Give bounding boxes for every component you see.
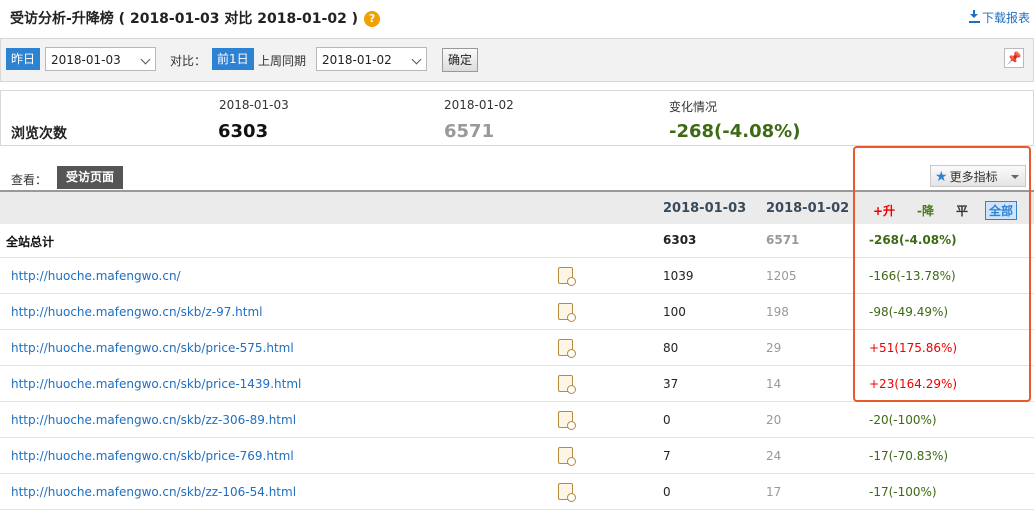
download-icon <box>968 10 980 23</box>
page-title-text: 受访分析-升降榜 ( 2018-01-03 对比 2018-01-02 ) <box>10 11 359 27</box>
total-prev: 6571 <box>766 233 800 247</box>
report-history-icon[interactable] <box>558 375 576 394</box>
summary-date1: 2018-01-03 <box>219 98 289 112</box>
page-url-link[interactable]: http://huoche.mafengwo.cn/ <box>11 269 181 283</box>
cell-prev: 14 <box>766 377 782 391</box>
cell-cur: 0 <box>663 413 671 427</box>
chevron-down-icon <box>140 54 151 65</box>
page-url-link[interactable]: http://huoche.mafengwo.cn/skb/z-97.html <box>11 305 263 319</box>
summary-date2: 2018-01-02 <box>444 98 514 112</box>
cell-prev: 24 <box>766 449 782 463</box>
page-url-link[interactable]: http://huoche.mafengwo.cn/skb/price-1439… <box>11 377 301 391</box>
total-label: 全站总计 <box>6 235 55 249</box>
chevron-down-icon <box>411 54 422 65</box>
cell-change: -20(-100%) <box>869 413 937 427</box>
summary-value1: 6303 <box>218 121 269 142</box>
compare-label: 对比： <box>170 54 207 68</box>
confirm-button[interactable]: 确定 <box>442 48 479 72</box>
cell-change: -17(-70.83%) <box>869 449 949 463</box>
compare-date-select-value: 2018-01-02 <box>322 53 392 67</box>
report-history-icon[interactable] <box>558 267 576 286</box>
table-row: http://huoche.mafengwo.cn/skb/zz-106-54.… <box>0 474 1034 510</box>
pin-icon[interactable]: 📌 <box>1004 48 1024 68</box>
cell-prev: 198 <box>766 305 789 319</box>
page-url-link[interactable]: http://huoche.mafengwo.cn/skb/zz-306-89.… <box>11 413 296 427</box>
cell-change: -17(-100%) <box>869 485 937 499</box>
tab-visited-pages[interactable]: 受访页面 <box>57 166 124 189</box>
compare-date-select[interactable]: 2018-01-02 <box>316 47 427 71</box>
download-label: 下载报表 <box>981 11 1030 25</box>
column-header-date2[interactable]: 2018-01-02 <box>766 201 849 216</box>
report-history-icon[interactable] <box>558 303 576 322</box>
help-icon[interactable]: ? <box>364 11 381 27</box>
highlight-box <box>853 146 1031 402</box>
page-url-link[interactable]: http://huoche.mafengwo.cn/skb/price-769.… <box>11 449 294 463</box>
cell-prev: 1205 <box>766 269 797 283</box>
summary-value2: 6571 <box>444 121 495 142</box>
date-select[interactable]: 2018-01-03 <box>45 47 156 71</box>
same-period-link[interactable]: 上周同期 <box>258 52 306 69</box>
change-label: 变化情况 <box>669 100 718 114</box>
cell-cur: 1039 <box>663 269 694 283</box>
cell-cur: 7 <box>663 449 671 463</box>
page-url-link[interactable]: http://huoche.mafengwo.cn/skb/price-575.… <box>11 341 294 355</box>
metric-label: 浏览次数 <box>11 126 67 142</box>
summary-change: -268(-4.08%) <box>669 121 801 142</box>
column-header-date1[interactable]: 2018-01-03 <box>663 201 746 216</box>
report-history-icon[interactable] <box>558 447 576 466</box>
report-history-icon[interactable] <box>558 483 576 502</box>
page-title: 受访分析-升降榜 ( 2018-01-03 对比 2018-01-02 )? <box>10 8 381 28</box>
date-select-value: 2018-01-03 <box>51 53 121 67</box>
cell-prev: 29 <box>766 341 782 355</box>
view-label: 查看： <box>11 173 48 187</box>
report-history-icon[interactable] <box>558 339 576 358</box>
cell-cur: 100 <box>663 305 686 319</box>
yesterday-button[interactable]: 昨日 <box>6 48 41 70</box>
cell-cur: 37 <box>663 377 679 391</box>
page-url-link[interactable]: http://huoche.mafengwo.cn/skb/zz-106-54.… <box>11 485 296 499</box>
cell-prev: 17 <box>766 485 782 499</box>
prev-day-button[interactable]: 前1日 <box>212 48 254 70</box>
table-row: http://huoche.mafengwo.cn/skb/price-769.… <box>0 438 1034 474</box>
cell-cur: 0 <box>663 485 671 499</box>
total-cur: 6303 <box>663 233 697 247</box>
report-history-icon[interactable] <box>558 411 576 430</box>
download-report-link[interactable]: 下载报表 <box>968 9 1030 26</box>
cell-prev: 20 <box>766 413 782 427</box>
cell-cur: 80 <box>663 341 679 355</box>
summary-panel <box>0 90 1034 146</box>
table-row: http://huoche.mafengwo.cn/skb/zz-306-89.… <box>0 402 1034 438</box>
